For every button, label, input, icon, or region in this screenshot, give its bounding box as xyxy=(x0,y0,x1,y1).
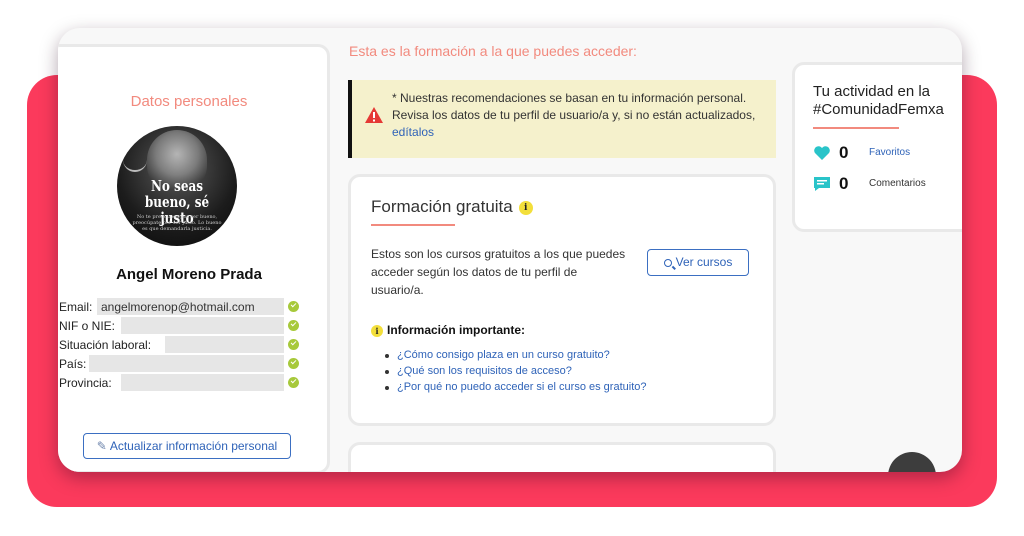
province-label: Provincia: xyxy=(59,376,112,390)
stage: Datos personales No seas bueno, sé justo … xyxy=(0,0,1024,536)
view-courses-label: Ver cursos xyxy=(675,255,733,269)
faq-links: ¿Cómo consigo plaza en un curso gratuito… xyxy=(385,347,646,395)
chat-button[interactable] xyxy=(888,452,936,472)
nif-field: NIF o NIE: xyxy=(59,317,299,335)
check-icon xyxy=(288,339,299,350)
scale-icon xyxy=(123,160,147,172)
free-training-panel: Formación gratuita i Estos son los cursos… xyxy=(348,174,776,426)
info-icon[interactable]: i xyxy=(518,200,533,215)
comments-label: Comentarios xyxy=(869,178,926,189)
province-value xyxy=(121,374,284,391)
nif-value xyxy=(121,317,284,334)
alert-text: * Nuestras recomendaciones se basan en t… xyxy=(392,91,756,139)
update-button-label: Actualizar información personal xyxy=(109,439,278,453)
personal-data-title: Datos personales xyxy=(130,93,248,110)
employment-status-field: Situación laboral: xyxy=(59,336,299,354)
edit-profile-link[interactable]: edítalos xyxy=(392,125,434,139)
avatar-small-text: No te preocupes por ser bueno, preocúpat… xyxy=(132,214,222,232)
check-icon xyxy=(288,358,299,369)
avatar: No seas bueno, sé justo No te preocupes p… xyxy=(117,126,237,246)
nif-label: NIF o NIE: xyxy=(59,319,116,333)
check-icon xyxy=(288,320,299,331)
employment-status-value xyxy=(165,336,284,353)
email-value: angelmorenop@hotmail.com xyxy=(97,298,284,315)
email-label: Email: xyxy=(59,300,93,314)
favorites-count: 0 xyxy=(839,143,849,162)
free-training-description: Estos son los cursos gratuitos a los que… xyxy=(371,247,626,297)
free-training-title: Formación gratuita i xyxy=(371,197,533,217)
title-underline xyxy=(371,224,455,226)
search-icon xyxy=(663,259,672,267)
next-section-panel xyxy=(348,442,776,472)
favorites-stat[interactable]: 0 Favoritos xyxy=(813,143,962,163)
country-field: País: xyxy=(59,355,299,373)
check-icon xyxy=(288,301,299,312)
info-icon: i xyxy=(371,324,383,337)
country-label: País: xyxy=(59,357,87,371)
check-icon xyxy=(288,377,299,388)
community-activity-title: Tu actividad en la #ComunidadFemxa xyxy=(813,83,944,118)
faq-link[interactable]: ¿Cómo consigo plaza en un curso gratuito… xyxy=(385,347,646,363)
favorites-label: Favoritos xyxy=(869,147,911,158)
training-heading: Esta es la formación a la que puedes acc… xyxy=(349,43,637,59)
comments-stat[interactable]: 0 Comentarios xyxy=(813,174,962,194)
heart-icon xyxy=(814,146,830,160)
user-name: Angel Moreno Prada xyxy=(116,266,262,283)
pencil-icon: ✎ xyxy=(96,439,107,453)
province-field: Provincia: xyxy=(59,374,299,392)
recommendation-alert: * Nuestras recomendaciones se basan en t… xyxy=(348,80,776,158)
employment-status-label: Situación laboral: xyxy=(59,338,152,352)
update-personal-info-button[interactable]: ✎ Actualizar información personal xyxy=(83,433,291,459)
view-courses-button[interactable]: Ver cursos xyxy=(647,249,749,276)
title-underline xyxy=(813,127,899,129)
community-activity-panel: Tu actividad en la #ComunidadFemxa 0 Favo… xyxy=(792,62,962,232)
warning-icon xyxy=(365,107,383,123)
comment-icon xyxy=(814,177,830,191)
personal-data-panel: Datos personales No seas bueno, sé justo … xyxy=(58,44,330,472)
important-info-title: i Información importante: xyxy=(371,323,525,337)
country-value xyxy=(89,355,284,372)
browser-card: Datos personales No seas bueno, sé justo … xyxy=(58,28,962,472)
faq-link[interactable]: ¿Qué son los requisitos de acceso? xyxy=(385,363,646,379)
comments-count: 0 xyxy=(839,174,849,193)
email-field: Email: angelmorenop@hotmail.com xyxy=(59,298,299,316)
faq-link[interactable]: ¿Por qué no puedo acceder si el curso es… xyxy=(385,379,646,395)
